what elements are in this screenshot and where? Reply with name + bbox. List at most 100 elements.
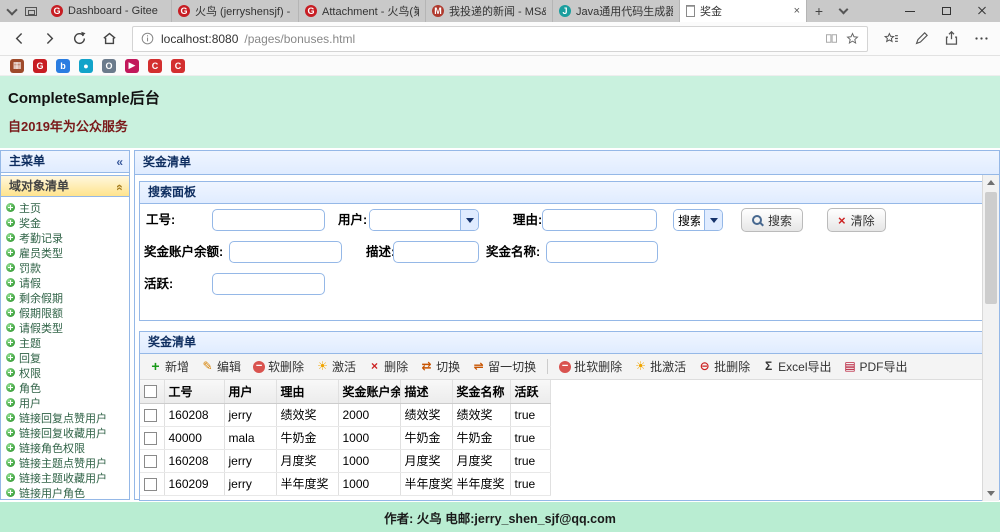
browser-tab[interactable]: G Attachment - 火鸟(第三 bbox=[299, 0, 426, 22]
site-info-icon[interactable] bbox=[140, 31, 155, 46]
user-combobox-input[interactable] bbox=[370, 210, 460, 230]
sidebar-menu-item[interactable]: 链接回复收藏用户 bbox=[1, 425, 129, 440]
sidebar-menu-item[interactable]: 考勤记录 bbox=[1, 230, 129, 245]
more-options-button[interactable] bbox=[966, 25, 996, 53]
search-mode-select[interactable] bbox=[673, 209, 723, 231]
toolbar-button[interactable]: Σ Excel导出 bbox=[757, 356, 836, 377]
reason-input[interactable] bbox=[542, 209, 657, 231]
browser-tab[interactable]: J Java通用代码生成器光 bbox=[553, 0, 680, 22]
sidebar-menu-item[interactable]: 假期限额 bbox=[1, 305, 129, 320]
grid-column-header[interactable]: 活跃 bbox=[510, 380, 551, 404]
grid-column-header[interactable]: 描述 bbox=[400, 380, 453, 404]
search-button[interactable]: 搜索 bbox=[741, 208, 804, 232]
toolbar-button[interactable]: ⇄ 切换 bbox=[415, 356, 465, 377]
accordion-collapse-icon[interactable] bbox=[116, 176, 123, 198]
address-bar[interactable]: localhost:8080/pages/bonuses.html bbox=[132, 25, 868, 52]
toolbar-button[interactable]: ▤ PDF导出 bbox=[839, 356, 913, 377]
favorites-hub-button[interactable] bbox=[876, 25, 906, 53]
emp-no-input[interactable] bbox=[212, 209, 325, 231]
clear-button[interactable]: × 清除 bbox=[827, 208, 886, 232]
toolbar-button[interactable]: ✎ 编辑 bbox=[196, 356, 246, 377]
sidebar-menu-item[interactable]: 权限 bbox=[1, 365, 129, 380]
sidebar-menu-item[interactable]: 链接回复点赞用户 bbox=[1, 410, 129, 425]
desc-input[interactable] bbox=[393, 241, 479, 263]
sidebar-menu-item[interactable]: 雇员类型 bbox=[1, 245, 129, 260]
sidebar-menu-item[interactable]: 链接角色权限 bbox=[1, 440, 129, 455]
scroll-up-icon[interactable] bbox=[983, 175, 999, 190]
grid-row[interactable]: 160209 jerry 半年度奖 1000 半年度奖 半年度奖 true bbox=[140, 472, 551, 496]
reading-view-icon[interactable] bbox=[824, 31, 839, 46]
toolbar-button[interactable]: − 批软删除 bbox=[554, 356, 627, 377]
scroll-down-icon[interactable] bbox=[983, 486, 999, 501]
chevron-down-icon[interactable] bbox=[704, 210, 722, 230]
set-tabs-aside-icon[interactable] bbox=[25, 6, 37, 16]
toolbar-button[interactable]: ⊖ 批删除 bbox=[693, 356, 755, 377]
row-checkbox[interactable] bbox=[144, 431, 157, 445]
bookmark-icon-7[interactable]: C bbox=[148, 58, 162, 73]
sidebar-menu-item[interactable]: 链接主题收藏用户 bbox=[1, 470, 129, 485]
accordion-header[interactable]: 域对象清单 bbox=[1, 175, 129, 197]
sidebar-collapse-icon[interactable] bbox=[116, 151, 123, 173]
toolbar-button[interactable]: + 新增 bbox=[144, 356, 194, 377]
balance-input[interactable] bbox=[229, 241, 342, 263]
bookmark-icon-5[interactable]: O bbox=[102, 58, 116, 73]
sidebar-menu-item[interactable]: 请假类型 bbox=[1, 320, 129, 335]
forward-button[interactable] bbox=[34, 25, 64, 53]
browser-tab[interactable]: G 火鸟 (jerryshensjf) - Git bbox=[172, 0, 299, 22]
toolbar-button[interactable]: ⇌ 留一切换 bbox=[467, 356, 541, 377]
grid-column-header[interactable]: 奖金账户余额 bbox=[338, 380, 401, 404]
toolbar-button[interactable]: − 软删除 bbox=[248, 356, 309, 377]
row-checkbox[interactable] bbox=[144, 477, 157, 491]
sidebar-menu-item[interactable]: 链接主题点赞用户 bbox=[1, 455, 129, 470]
refresh-button[interactable] bbox=[64, 25, 94, 53]
home-button[interactable] bbox=[94, 25, 124, 53]
sidebar-menu-item[interactable]: 链接用户角色 bbox=[1, 485, 129, 500]
window-maximize-button[interactable] bbox=[928, 0, 964, 22]
bookmark-icon-4[interactable]: ● bbox=[79, 58, 93, 73]
sidebar-menu-item[interactable]: 角色 bbox=[1, 380, 129, 395]
toolbar-button[interactable]: ☀ 批激活 bbox=[629, 356, 691, 377]
chevron-down-icon[interactable] bbox=[460, 210, 478, 230]
grid-column-header[interactable]: 工号 bbox=[164, 380, 225, 404]
scroll-thumb[interactable] bbox=[985, 192, 997, 304]
sidebar-menu-item[interactable]: 用户 bbox=[1, 395, 129, 410]
row-checkbox[interactable] bbox=[144, 454, 157, 468]
bookmark-icon-2[interactable]: G bbox=[33, 58, 47, 73]
user-combobox[interactable] bbox=[369, 209, 479, 231]
share-button[interactable] bbox=[936, 25, 966, 53]
toolbar-button[interactable]: ☀ 激活 bbox=[311, 356, 361, 377]
grid-row[interactable]: 40000 mala 牛奶金 1000 牛奶金 牛奶金 true bbox=[140, 426, 551, 450]
grid-column-header[interactable]: 理由 bbox=[276, 380, 339, 404]
sidebar-menu-item[interactable]: 回复 bbox=[1, 350, 129, 365]
sidebar-menu-item[interactable]: 主页 bbox=[1, 200, 129, 215]
back-button[interactable] bbox=[4, 25, 34, 53]
tab-close-icon[interactable]: × bbox=[792, 5, 800, 17]
row-checkbox[interactable] bbox=[144, 408, 157, 422]
sidebar-menu-item[interactable]: 罚款 bbox=[1, 260, 129, 275]
browser-tab[interactable]: M 我投递的新闻 - MS&A( bbox=[426, 0, 553, 22]
toolbar-button[interactable]: × 删除 bbox=[363, 356, 413, 377]
sidebar-menu-item[interactable]: 奖金 bbox=[1, 215, 129, 230]
bonus-name-input[interactable] bbox=[546, 241, 658, 263]
tab-menu-button[interactable] bbox=[831, 0, 855, 22]
favorite-star-icon[interactable] bbox=[845, 31, 860, 46]
web-note-button[interactable] bbox=[906, 25, 936, 53]
active-input[interactable] bbox=[212, 273, 325, 295]
bookmark-icon-3[interactable]: b bbox=[56, 58, 70, 73]
new-tab-button[interactable]: + bbox=[807, 0, 831, 22]
vertical-scrollbar[interactable] bbox=[982, 175, 999, 501]
bookmark-icon-8[interactable]: C bbox=[171, 58, 185, 73]
grid-column-header[interactable]: 用户 bbox=[224, 380, 277, 404]
select-all-checkbox[interactable] bbox=[144, 385, 157, 399]
browser-tab[interactable]: 奖金 × bbox=[680, 0, 807, 22]
grid-column-header[interactable]: 奖金名称 bbox=[452, 380, 511, 404]
browser-tab[interactable]: G Dashboard - Gitee bbox=[45, 0, 172, 22]
bookmark-icon-6[interactable]: ▶ bbox=[125, 58, 139, 73]
sidebar-menu-item[interactable]: 请假 bbox=[1, 275, 129, 290]
sidebar-menu-item[interactable]: 主题 bbox=[1, 335, 129, 350]
sidebar-menu-item[interactable]: 剩余假期 bbox=[1, 290, 129, 305]
grid-row[interactable]: 160208 jerry 绩效奖 2000 绩效奖 绩效奖 true bbox=[140, 403, 551, 427]
tab-preview-icon[interactable] bbox=[6, 3, 18, 16]
search-mode-value[interactable] bbox=[674, 210, 704, 230]
grid-row[interactable]: 160208 jerry 月度奖 1000 月度奖 月度奖 true bbox=[140, 449, 551, 473]
